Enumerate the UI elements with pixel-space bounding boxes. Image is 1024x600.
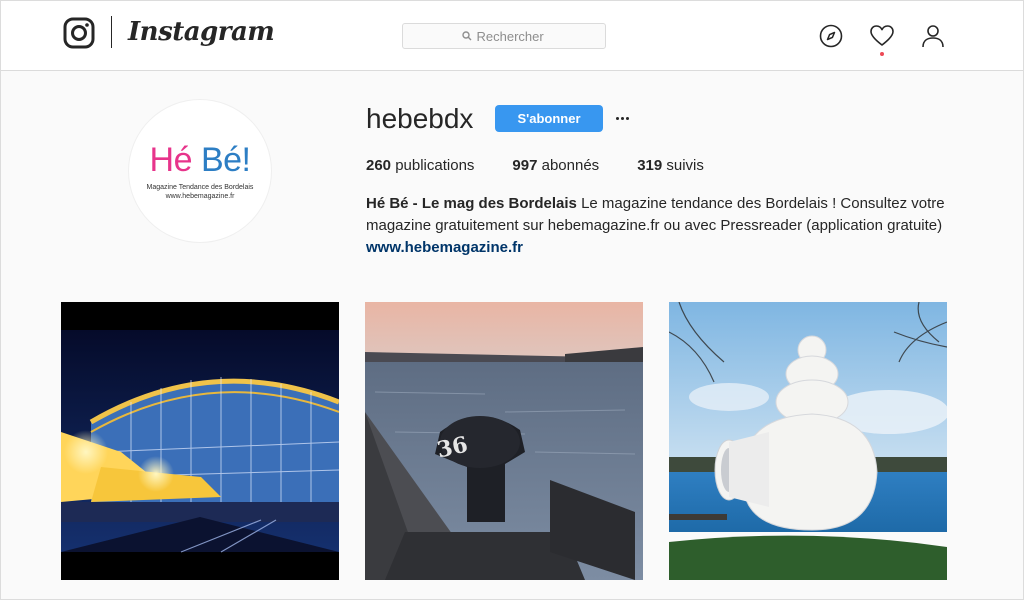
search-input[interactable] <box>476 28 547 44</box>
profile-username: hebebdx <box>366 103 474 134</box>
instagram-wordmark[interactable]: Instagram <box>128 14 275 50</box>
bio-website-link[interactable]: www.hebemagazine.fr <box>366 237 966 259</box>
profile-stats: 260 publications 997 abonnés 319 suivis <box>366 155 742 177</box>
search-box[interactable] <box>402 23 606 49</box>
seashell-sculpture-photo <box>669 302 947 580</box>
heart-icon[interactable] <box>869 23 895 49</box>
instagram-glyph-icon[interactable] <box>63 17 95 49</box>
logo-divider <box>111 16 112 48</box>
search-icon <box>461 31 471 41</box>
person-icon[interactable] <box>920 23 946 49</box>
river-bollard-photo: 36 <box>365 302 643 580</box>
follow-button[interactable]: S'abonner <box>495 105 603 132</box>
notification-dot <box>880 52 884 56</box>
stat-publications[interactable]: 260 publications <box>366 155 474 177</box>
bio-name: Hé Bé - Le mag des Bordelais <box>366 195 577 212</box>
stat-following[interactable]: 319 suivis <box>637 155 704 177</box>
profile-bio: Hé Bé - Le mag des Bordelais Le magazine… <box>366 193 966 259</box>
avatar-logo-url: www.hebemagazine.fr <box>165 193 235 200</box>
more-dot-icon <box>620 116 624 120</box>
more-dot-icon <box>615 116 619 120</box>
profile-avatar[interactable]: Hé Bé! Magazine Tendance des Bordelais w… <box>128 99 272 243</box>
more-dot-icon <box>625 116 629 120</box>
train-station-photo <box>61 302 339 580</box>
stat-followers[interactable]: 997 abonnés <box>512 155 599 177</box>
post-thumbnail-3[interactable] <box>669 302 947 580</box>
avatar-logo-title: Hé Bé! <box>149 141 251 179</box>
post-thumbnail-1[interactable] <box>61 302 339 580</box>
post-thumbnail-2[interactable]: 36 <box>365 302 643 580</box>
compass-icon[interactable] <box>818 23 844 49</box>
avatar-logo-subtitle: Magazine Tendance des Bordelais <box>146 184 254 191</box>
more-options-button[interactable] <box>612 108 632 128</box>
